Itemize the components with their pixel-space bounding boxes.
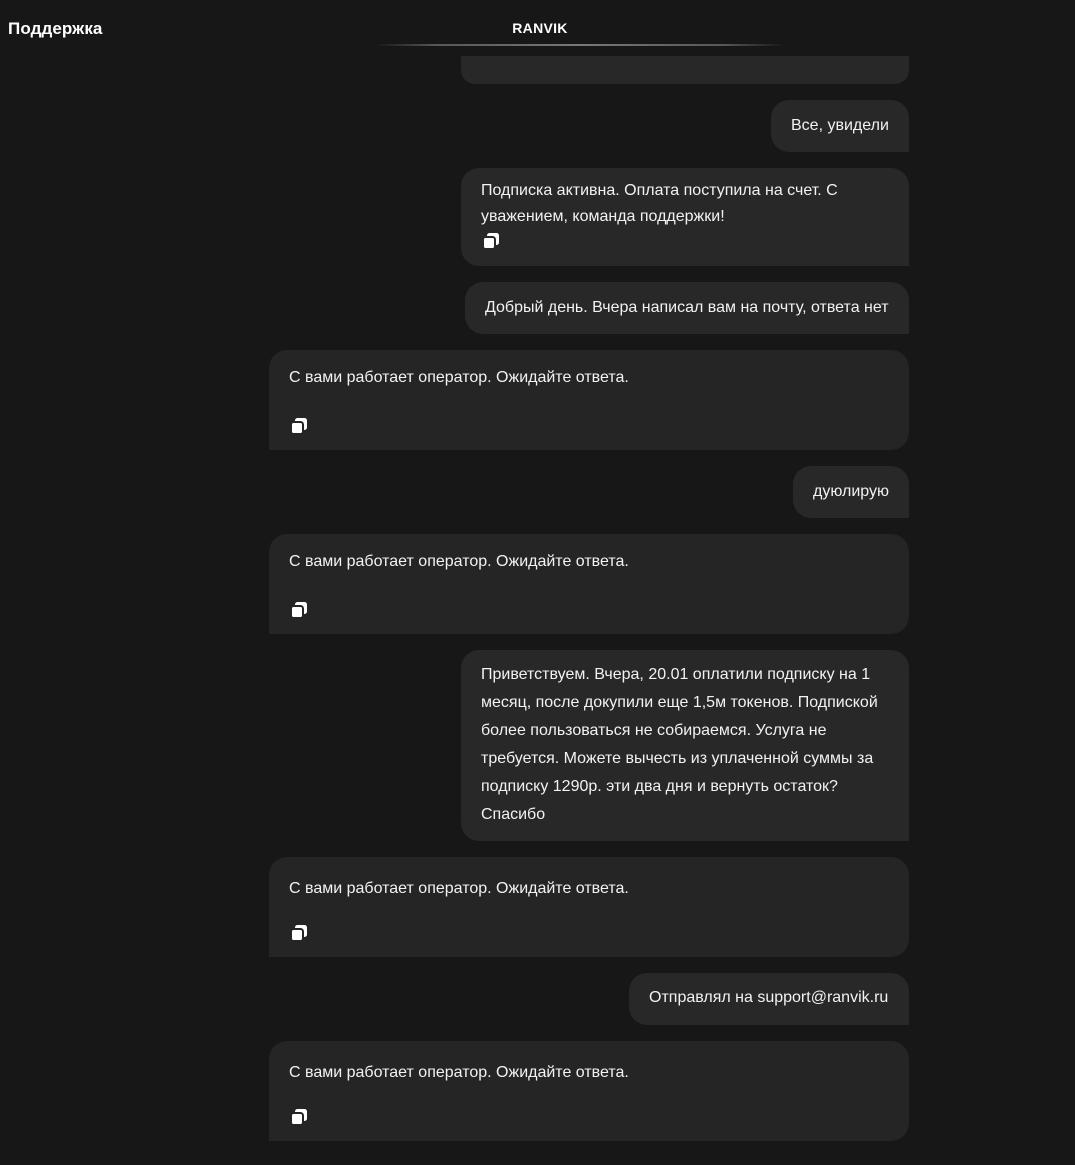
message-text: С вами работает оператор. Ожидайте ответ… [289,553,629,570]
copy-icon[interactable] [290,417,308,435]
message-text: дуюлирую [813,483,889,500]
message-text: Подписка активна. Оплата поступила на сч… [481,182,843,225]
copy-icon[interactable] [290,1108,308,1126]
message-user: дуюлирую [793,466,909,518]
page-title: Поддержка [8,19,103,38]
copy-icon[interactable] [290,601,308,619]
message-text: Все, увидели [791,117,889,134]
message-bot: С вами работает оператор. Ожидайте ответ… [269,534,909,634]
message-text: С вами работает оператор. Ожидайте ответ… [289,369,629,386]
message-bubble-partial [461,56,909,84]
brand-name[interactable]: RANVIK [490,20,590,36]
message-text: Добрый день. Вчера написал вам на почту,… [485,299,889,316]
message-bot: С вами работает оператор. Ожидайте ответ… [269,1041,909,1141]
message-user: Добрый день. Вчера написал вам на почту,… [465,282,909,334]
header-divider [375,44,785,46]
message-text: Приветствуем. Вчера, 20.01 оплатили подп… [481,666,883,823]
message-user: Отправлял на support@ranvik.ru [629,973,909,1025]
message-support: Подписка активна. Оплата поступила на сч… [461,168,909,266]
message-text: С вами работает оператор. Ожидайте ответ… [289,880,629,897]
support-chat-page: Поддержка RANVIK Все, увидели Подписка а… [0,0,1075,1165]
message-text: Отправлял на support@ranvik.ru [649,989,889,1006]
message-text: С вами работает оператор. Ожидайте ответ… [289,1064,629,1081]
message-bot: С вами работает оператор. Ожидайте ответ… [269,857,909,957]
message-user: Все, увидели [771,100,909,152]
message-user: Приветствуем. Вчера, 20.01 оплатили подп… [461,650,909,841]
copy-icon[interactable] [290,924,308,942]
message-bot: С вами работает оператор. Ожидайте ответ… [269,350,909,450]
copy-icon[interactable] [482,232,500,250]
